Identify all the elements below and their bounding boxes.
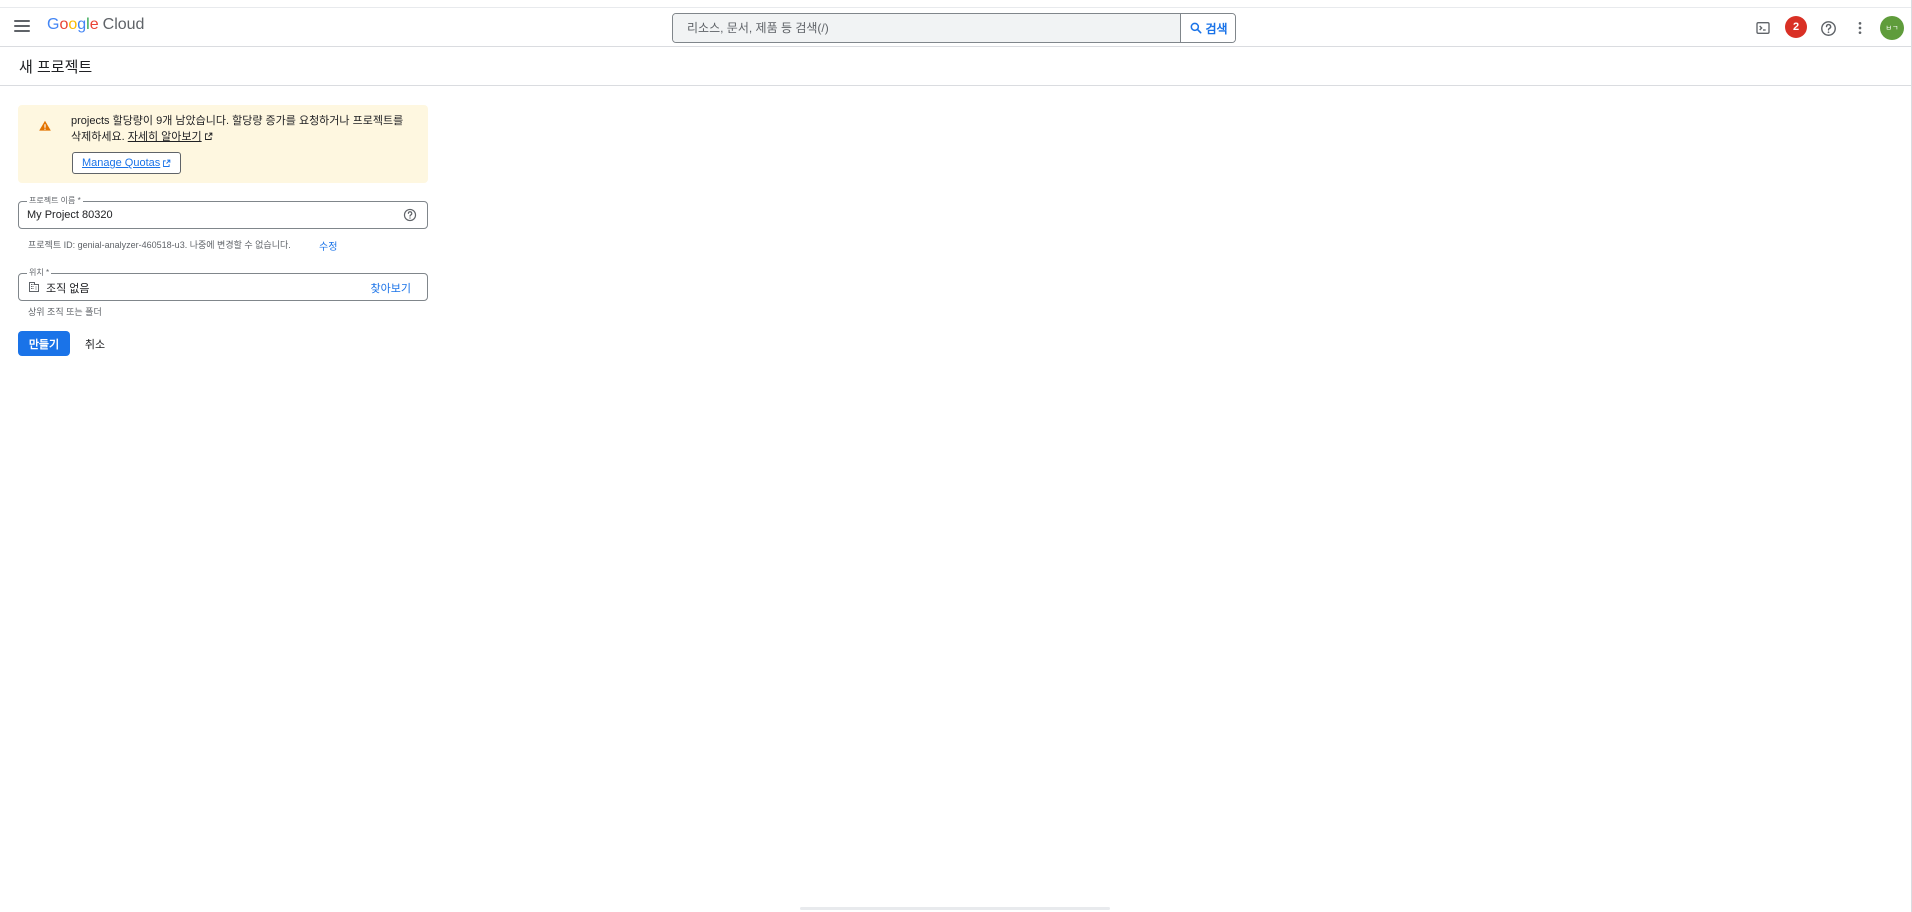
building-icon [29, 282, 39, 292]
create-button[interactable]: 만들기 [18, 331, 70, 356]
alert-message: projects 할당량이 9개 남았습니다. 할당량 증가를 요청하거나 프로… [71, 113, 421, 145]
external-link-icon [204, 132, 212, 140]
search-icon [1191, 22, 1202, 34]
warning-icon [39, 120, 51, 131]
more-vert-icon[interactable] [1850, 18, 1870, 38]
avatar[interactable]: ㅂㄱ [1880, 16, 1904, 40]
learn-more-link[interactable]: 자세히 알아보기 [128, 131, 202, 143]
location-value: 조직 없음 [46, 283, 90, 295]
external-link-icon [163, 159, 171, 167]
manage-quotas-label: Manage Quotas [82, 157, 161, 169]
search-input[interactable] [673, 14, 1181, 42]
location-label: 위치 * [27, 267, 52, 278]
cancel-button[interactable]: 취소 [80, 331, 110, 356]
project-id-hint: 프로젝트 ID: genial-analyzer-460518-u3. 나중에 … [28, 240, 291, 250]
page-title: 새 프로젝트 [19, 59, 93, 76]
project-name-field: 프로젝트 이름 * [18, 195, 428, 229]
horizontal-scrollbar[interactable] [800, 907, 1110, 910]
top-strip [0, 0, 1912, 8]
search-button[interactable]: 검색 [1182, 14, 1235, 42]
project-name-label: 프로젝트 이름 * [27, 195, 83, 206]
logo-letter: e [89, 16, 99, 33]
search-bar: 검색 [672, 13, 1236, 43]
logo-cloud-text: Cloud [102, 16, 145, 33]
logo-letter: o [68, 16, 78, 33]
browse-button[interactable]: 찾아보기 [371, 280, 411, 296]
location-field[interactable]: 위치 * 조직 없음 찾아보기 [18, 267, 428, 301]
help-icon[interactable] [1818, 18, 1838, 38]
help-icon[interactable] [403, 208, 417, 222]
menu-icon[interactable] [12, 17, 32, 37]
notification-badge[interactable]: 2 [1785, 16, 1807, 38]
alert-line2-prefix: 삭제하세요. [71, 131, 128, 143]
alert-line1: projects 할당량이 9개 남았습니다. 할당량 증가를 요청하거나 프로… [71, 115, 404, 127]
search-button-label: 검색 [1205, 21, 1228, 36]
manage-quotas-button[interactable]: Manage Quotas [72, 152, 182, 174]
location-hint: 상위 조직 또는 폴더 [28, 307, 102, 317]
edit-project-id-link[interactable]: 수정 [319, 238, 337, 253]
google-cloud-logo[interactable]: Google Cloud [47, 16, 144, 34]
logo-letter: G [47, 16, 60, 33]
top-header: GoogleCloud 검색 2 ㅂㄱ [0, 8, 1912, 47]
cloud-shell-icon[interactable] [1753, 18, 1773, 38]
logo-letter: g [77, 16, 87, 33]
quota-alert: projects 할당량이 9개 남았습니다. 할당량 증가를 요청하거나 프로… [18, 105, 428, 183]
page-title-bar: 새 프로젝트 [0, 47, 1912, 86]
project-name-input[interactable] [27, 206, 387, 224]
